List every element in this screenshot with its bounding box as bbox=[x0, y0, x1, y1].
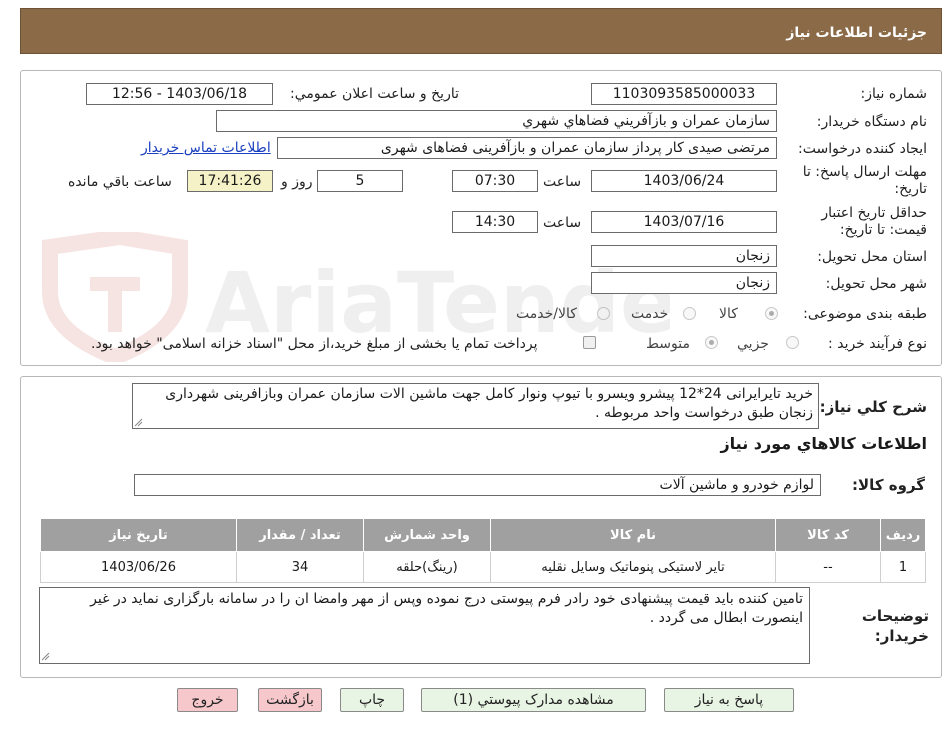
goods-section-title: اطلاعات كالاهاي مورد نياز bbox=[720, 434, 927, 453]
requester-field: مرتضی صیدی کار پرداز سازمان عمران و بازآ… bbox=[277, 137, 777, 159]
treasury-checkbox[interactable] bbox=[583, 336, 596, 349]
process-minor-radio[interactable] bbox=[786, 336, 799, 349]
process-medium-radio[interactable] bbox=[705, 336, 718, 349]
cell-row-number: 1 bbox=[880, 551, 926, 583]
category-goods-service-radio[interactable] bbox=[597, 307, 610, 320]
description-textarea: خرید تایرایرانی 24*12 پیشرو ویسرو با تیو… bbox=[132, 383, 819, 429]
remaining-time-field: 17:41:26 bbox=[187, 170, 273, 192]
treasury-note: پرداخت تمام یا بخشی از مبلغ خرید،از محل … bbox=[91, 336, 538, 352]
category-service-radio[interactable] bbox=[683, 307, 696, 320]
cell-item-name: تایر لاستیکی پنوماتیک وسایل نقلیه bbox=[490, 551, 776, 583]
announce-field: 1403/06/18 - 12:56 bbox=[86, 83, 273, 105]
price-validity-label: حداقل تاريخ اعتبار قيمت: تا تاريخ: bbox=[821, 205, 927, 238]
reply-time-field: 07:30 bbox=[452, 170, 538, 192]
province-label: استان محل تحويل: bbox=[817, 249, 927, 265]
goods-group-field: لوازم خودرو و ماشين آلات bbox=[134, 474, 821, 496]
category-goods-service-label: كالا/خدمت bbox=[516, 306, 577, 322]
col-item-name: نام كالا bbox=[490, 518, 776, 552]
cell-item-code: -- bbox=[775, 551, 881, 583]
price-validity-date-field: 1403/07/16 bbox=[591, 211, 777, 233]
goods-table-header: رديف كد كالا نام كالا واحد شمارش تعداد /… bbox=[40, 518, 926, 552]
back-button[interactable]: بازگشت bbox=[258, 688, 322, 712]
remaining-time-label: ساعت باقي مانده bbox=[68, 174, 172, 190]
buyer-org-field: سازمان عمران و بازآفريني فضاهاي شهري bbox=[216, 110, 777, 132]
cell-quantity: 34 bbox=[236, 551, 364, 583]
buyer-org-label: نام دستگاه خريدار: bbox=[816, 114, 927, 130]
buyer-contact-link[interactable]: اطلاعات تماس خريدار bbox=[141, 140, 271, 156]
buyer-notes-textarea: تامین کننده باید قیمت پیشنهادی خود رادر … bbox=[39, 587, 810, 664]
price-validity-time-field: 14:30 bbox=[452, 211, 538, 233]
cell-need-date: 1403/06/26 bbox=[40, 551, 237, 583]
need-number-label: شماره نیاز: bbox=[860, 86, 928, 102]
page-header: جزئیات اطلاعات نیاز bbox=[20, 8, 942, 54]
col-quantity: تعداد / مقدار bbox=[236, 518, 364, 552]
requester-label: ايجاد كننده درخواست: bbox=[798, 141, 927, 157]
reply-deadline-label: مهلت ارسال پاسخ: تا تاريخ: bbox=[802, 164, 927, 197]
notes-resize-grip-icon[interactable] bbox=[41, 652, 50, 661]
process-minor-label: جزيي bbox=[737, 336, 769, 352]
cell-unit: (رينگ)حلقه bbox=[363, 551, 491, 583]
table-row: 1 -- تایر لاستیکی پنوماتیک وسایل نقلیه (… bbox=[40, 551, 926, 583]
goods-group-label: گروه كالا: bbox=[852, 476, 925, 494]
description-resize-grip-icon[interactable] bbox=[134, 418, 143, 427]
print-button[interactable]: چاپ bbox=[340, 688, 404, 712]
announce-label: تاریخ و ساعت اعلان عمومي: bbox=[290, 86, 459, 102]
description-label: شرح كلي نياز: bbox=[819, 398, 927, 416]
city-label: شهر محل تحويل: bbox=[825, 276, 927, 292]
goods-table: رديف كد كالا نام كالا واحد شمارش تعداد /… bbox=[40, 518, 926, 583]
price-validity-time-label: ساعت bbox=[543, 215, 582, 231]
col-item-code: كد كالا bbox=[775, 518, 881, 552]
province-field: زنجان bbox=[591, 245, 777, 267]
remaining-days-label: روز و bbox=[281, 174, 313, 190]
need-number-field: 1103093585000033 bbox=[591, 83, 777, 105]
page-title: جزئیات اطلاعات نیاز bbox=[786, 25, 927, 41]
process-medium-label: متوسط bbox=[646, 336, 690, 352]
category-goods-radio[interactable] bbox=[765, 307, 778, 320]
category-service-label: خدمت bbox=[631, 306, 669, 322]
city-field: زنجان bbox=[591, 272, 777, 294]
col-unit: واحد شمارش bbox=[363, 518, 491, 552]
reply-button[interactable]: پاسخ به نياز bbox=[664, 688, 794, 712]
remaining-days-field: 5 bbox=[317, 170, 403, 192]
buyer-notes-label: توضيحات خريدار: bbox=[861, 607, 929, 645]
reply-time-label: ساعت bbox=[543, 174, 582, 190]
category-label: طبقه بندی موضوعی: bbox=[803, 306, 927, 322]
exit-button[interactable]: خروج bbox=[177, 688, 238, 712]
view-attachments-button[interactable]: مشاهده مدارک پيوستي (1) bbox=[421, 688, 646, 712]
col-need-date: تاريخ نياز bbox=[40, 518, 237, 552]
reply-date-field: 1403/06/24 bbox=[591, 170, 777, 192]
category-goods-label: كالا bbox=[719, 306, 738, 322]
process-label: نوع فرآيند خريد : bbox=[828, 336, 927, 352]
col-row-number: رديف bbox=[880, 518, 926, 552]
